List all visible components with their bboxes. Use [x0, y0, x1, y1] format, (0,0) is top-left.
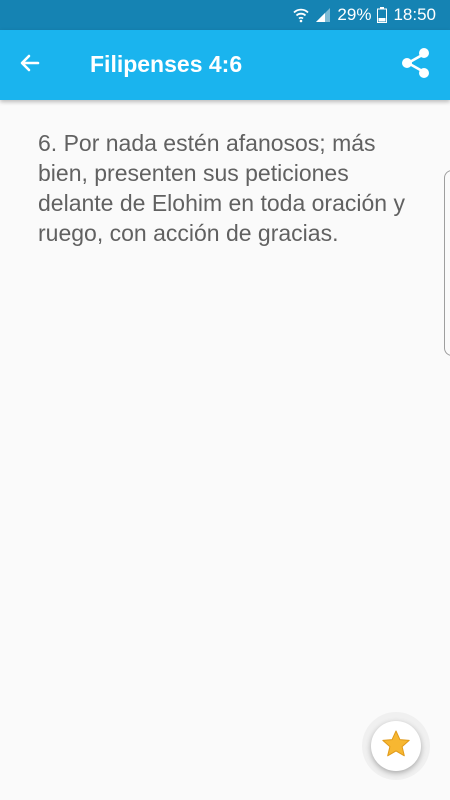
share-icon	[399, 46, 433, 85]
app-bar: Filipenses 4:6	[0, 30, 450, 100]
verse-text: 6. Por nada estén afanosos; más bien, pr…	[38, 130, 405, 246]
clock: 18:50	[393, 5, 436, 24]
drawer-handle[interactable]	[444, 170, 450, 356]
status-bar: 29% 18:50	[0, 0, 450, 30]
star-icon	[381, 729, 411, 764]
back-button[interactable]	[14, 49, 46, 81]
battery-icon	[377, 7, 388, 23]
signal-icon	[315, 7, 331, 23]
favorite-button-container	[362, 712, 430, 780]
page-title: Filipenses 4:6	[90, 51, 243, 77]
arrow-left-icon	[18, 51, 42, 80]
wifi-icon	[293, 7, 310, 23]
favorite-button[interactable]	[371, 721, 421, 771]
battery-percent: 29%	[337, 5, 372, 24]
share-button[interactable]	[398, 47, 434, 83]
